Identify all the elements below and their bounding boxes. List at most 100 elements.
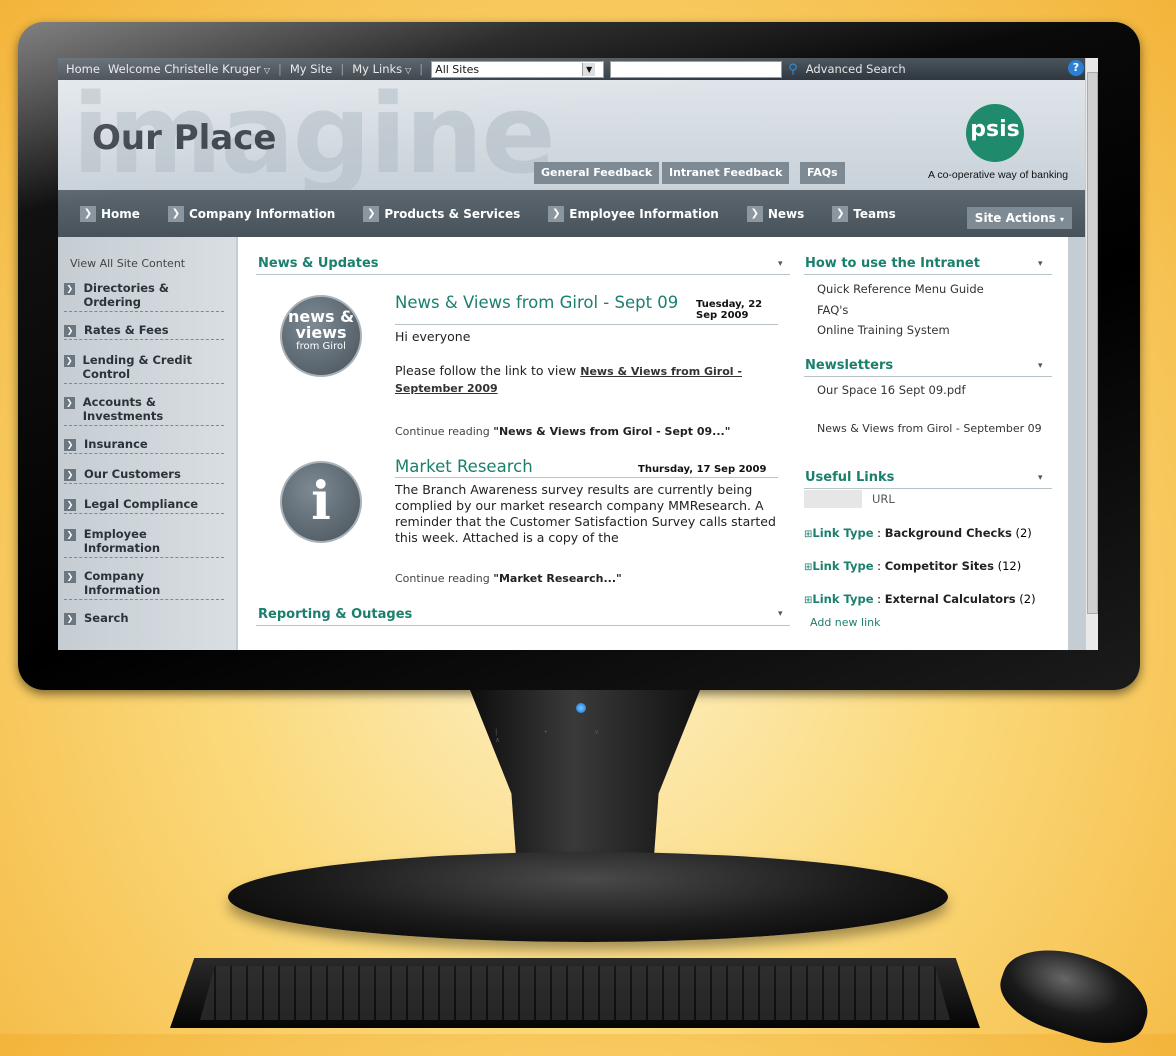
column-header-blank	[804, 490, 862, 508]
site-title[interactable]: Our Place	[92, 118, 276, 158]
post-body: Please follow the link to view News & Vi…	[395, 363, 775, 397]
monitor-control-buttons: | • ∨ ∧	[495, 728, 622, 744]
left-nav-our-customers[interactable]: ❯ Our Customers	[64, 467, 224, 484]
left-nav-label: Legal Compliance	[84, 497, 199, 511]
link-type-group[interactable]: ⊞Link Type : Background Checks (2)	[804, 526, 1032, 540]
newsletter-pdf-link[interactable]: Our Space 16 Sept 09.pdf	[817, 383, 966, 397]
screen: Home Welcome Christelle Kruger ▽ | My Sit…	[58, 58, 1098, 650]
url-column-header[interactable]: URL	[872, 492, 895, 506]
nav-home-label: Home	[101, 206, 140, 221]
advanced-search-link[interactable]: Advanced Search	[806, 62, 906, 76]
newsletters-title[interactable]: Newsletters	[805, 358, 893, 373]
chevron-down-icon: ▾	[1059, 215, 1064, 224]
web-part-menu-icon[interactable]: ▾	[778, 259, 783, 269]
post-date: Thursday, 17 Sep 2009	[638, 464, 767, 475]
site-actions-button[interactable]: Site Actions ▾	[966, 207, 1072, 229]
general-feedback-button[interactable]: General Feedback	[534, 162, 660, 184]
left-nav-search[interactable]: ❯ Search	[64, 611, 224, 627]
arrow-right-icon: ❯	[746, 205, 763, 222]
useful-links-title[interactable]: Useful Links	[805, 470, 894, 485]
arrow-right-icon: ❯	[64, 571, 76, 583]
left-nav-label: Accounts & Investments	[82, 395, 164, 423]
help-icon[interactable]: ?	[1068, 60, 1084, 76]
how-to-use-title[interactable]: How to use the Intranet	[805, 256, 980, 271]
left-nav-employee-information[interactable]: ❯ Employee Information	[64, 527, 224, 558]
news-views-logo: news & views from Girol	[280, 295, 362, 377]
divider	[804, 488, 1052, 489]
post-title[interactable]: Market Research	[395, 457, 533, 476]
web-part-menu-icon[interactable]: ▾	[1038, 361, 1043, 371]
add-new-link[interactable]: Add new link	[810, 616, 880, 629]
keyboard-keys	[200, 966, 950, 1020]
search-icon[interactable]: ⚲	[788, 62, 798, 77]
power-led-icon	[576, 703, 586, 713]
left-nav-directories-ordering[interactable]: ❯ Directories & Ordering	[64, 281, 224, 312]
search-input[interactable]	[610, 60, 783, 78]
site-header: imagine Our Place General Feedback Intra…	[58, 80, 1098, 190]
post-title[interactable]: News & Views from Girol - Sept 09	[395, 293, 678, 312]
left-nav-rates-fees[interactable]: ❯ Rates & Fees	[64, 323, 224, 340]
group-key: Link Type	[812, 559, 874, 573]
web-part-menu-icon[interactable]: ▾	[1038, 473, 1043, 483]
divider	[804, 274, 1052, 275]
arrow-right-icon: ❯	[64, 529, 76, 541]
nav-employee-information[interactable]: ❯ Employee Information	[548, 205, 719, 222]
main-navigation: ❯ Home ❯ Company Information ❯ Products & S…	[58, 190, 1098, 237]
newsletter-girol-link[interactable]: News & Views from Girol - September 09	[817, 422, 1047, 435]
separator: |	[277, 62, 282, 76]
topbar-home-link[interactable]: Home	[66, 62, 100, 76]
left-nav-accounts-investments[interactable]: ❯ Accounts & Investments	[64, 395, 224, 426]
view-all-site-content-link[interactable]: View All Site Content	[70, 257, 185, 270]
link-type-group[interactable]: ⊞Link Type : External Calculators (2)	[804, 592, 1036, 606]
web-part-menu-icon[interactable]: ▾	[778, 609, 783, 619]
my-links-menu[interactable]: My Links ▽	[352, 62, 411, 76]
left-nav-company-information[interactable]: ❯ Company Information	[64, 569, 224, 600]
news-updates-title[interactable]: News & Updates	[258, 256, 379, 271]
welcome-label: Welcome Christelle Kruger	[107, 62, 261, 76]
nav-products-services[interactable]: ❯ Products & Services	[363, 205, 521, 222]
link-type-group[interactable]: ⊞Link Type : Competitor Sites (12)	[804, 559, 1021, 573]
nav-news-label: News	[767, 206, 805, 221]
left-nav-label: Lending & Credit Control	[82, 353, 193, 381]
arrow-right-icon: ❯	[167, 205, 184, 222]
online-training-link[interactable]: Online Training System	[817, 323, 950, 337]
scrollbar-thumb[interactable]	[1087, 72, 1098, 614]
nav-employee-information-label: Employee Information	[569, 206, 719, 221]
left-nav-label: Directories & Ordering	[83, 281, 169, 309]
group-value: Background Checks	[884, 526, 1012, 540]
web-part-menu-icon[interactable]: ▾	[1038, 259, 1043, 269]
my-site-link[interactable]: My Site	[290, 62, 332, 76]
group-value: Competitor Sites	[884, 559, 994, 573]
nav-company-information-label: Company Information	[188, 206, 336, 221]
welcome-menu[interactable]: Welcome Christelle Kruger ▽	[108, 62, 270, 76]
nav-teams[interactable]: ❯ Teams	[832, 205, 896, 222]
nav-products-services-label: Products & Services	[384, 206, 521, 221]
separator: |	[419, 62, 424, 76]
divider	[804, 376, 1052, 377]
faqs-link[interactable]: FAQ's	[817, 303, 848, 317]
quick-reference-link[interactable]: Quick Reference Menu Guide	[817, 282, 984, 296]
nav-company-information[interactable]: ❯ Company Information	[167, 205, 336, 222]
my-links-label: My Links	[352, 62, 403, 76]
arrow-right-icon: ❯	[64, 355, 75, 367]
post-date: Tuesday, 22 Sep 2009	[696, 299, 763, 321]
mouse	[991, 933, 1159, 1056]
dropdown-arrow-icon: ▼	[582, 62, 596, 76]
nav-news[interactable]: ❯ News	[746, 205, 805, 222]
left-nav-insurance[interactable]: ❯ Insurance	[64, 437, 224, 454]
continue-reading[interactable]: Continue reading "Market Research..."	[395, 572, 622, 585]
divider	[395, 477, 778, 478]
left-nav-legal-compliance[interactable]: ❯ Legal Compliance	[64, 497, 224, 514]
left-nav-lending-credit-control[interactable]: ❯ Lending & Credit Control	[64, 353, 224, 384]
nav-home[interactable]: ❯ Home	[80, 205, 140, 222]
site-actions-label: Site Actions	[974, 211, 1056, 225]
intranet-feedback-button[interactable]: Intranet Feedback	[662, 162, 790, 184]
info-glyph: i	[311, 471, 331, 532]
search-scope-value: All Sites	[435, 62, 480, 76]
vertical-scrollbar[interactable]	[1085, 58, 1098, 650]
reporting-outages-title[interactable]: Reporting & Outages	[258, 607, 412, 622]
continue-reading[interactable]: Continue reading "News & Views from Giro…	[395, 425, 730, 438]
faqs-button[interactable]: FAQs	[800, 162, 845, 184]
psis-logo[interactable]: psis	[966, 104, 1024, 162]
search-scope-select[interactable]: All Sites ▼	[431, 60, 605, 78]
